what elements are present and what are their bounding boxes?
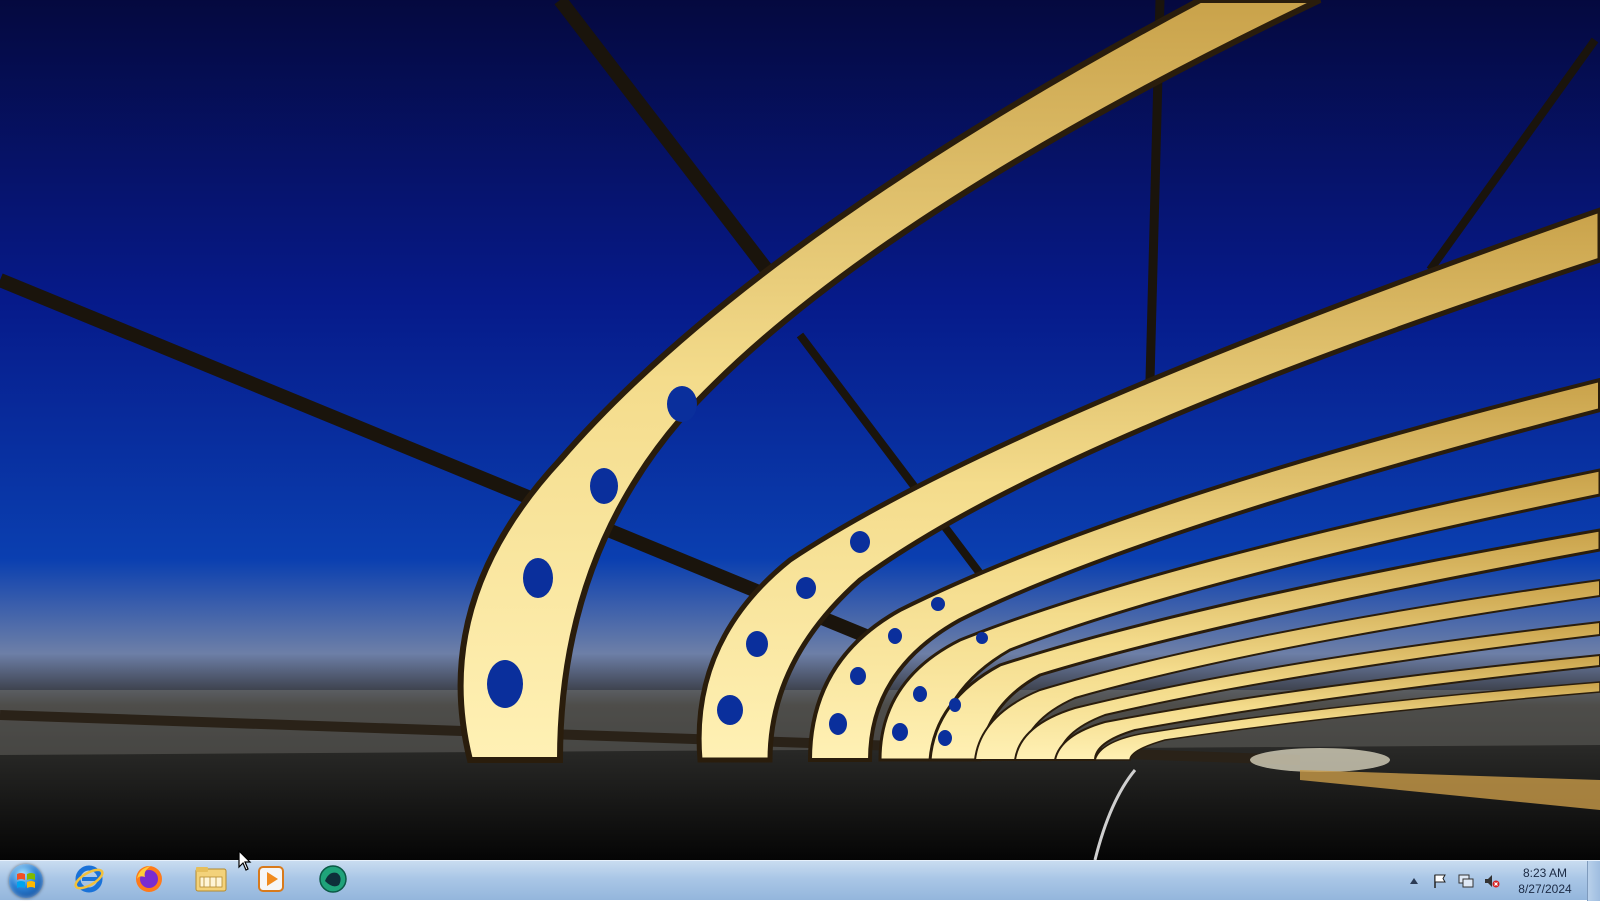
mouse-cursor-icon xyxy=(238,850,252,871)
ie-icon xyxy=(73,863,105,900)
show-desktop-button[interactable] xyxy=(1587,861,1600,901)
start-button[interactable] xyxy=(4,862,48,900)
pinned-internet-explorer[interactable] xyxy=(62,863,116,899)
system-tray: 8:23 AM 8/27/2024 xyxy=(1406,861,1580,901)
volume-muted-icon[interactable] xyxy=(1484,873,1500,889)
media-player-icon xyxy=(256,864,286,899)
folder-icon xyxy=(194,864,228,899)
pinned-media-player[interactable] xyxy=(244,863,298,899)
pinned-file-explorer[interactable] xyxy=(184,863,238,899)
pinned-firefox[interactable] xyxy=(122,863,176,899)
clock-date: 8/27/2024 xyxy=(1518,882,1572,896)
action-center-flag-icon[interactable] xyxy=(1432,873,1448,889)
clock[interactable]: 8:23 AM 8/27/2024 xyxy=(1510,865,1580,897)
bridge-wallpaper xyxy=(0,0,1600,860)
firefox-icon xyxy=(133,863,165,900)
show-hidden-icons-icon[interactable] xyxy=(1406,873,1422,889)
clock-time: 8:23 AM xyxy=(1522,866,1568,880)
pinned-network-app[interactable] xyxy=(306,863,360,899)
network-icon[interactable] xyxy=(1458,873,1474,889)
green-globe-icon xyxy=(317,863,349,900)
windows-start-orb-icon xyxy=(9,864,43,898)
desktop[interactable] xyxy=(0,0,1600,860)
